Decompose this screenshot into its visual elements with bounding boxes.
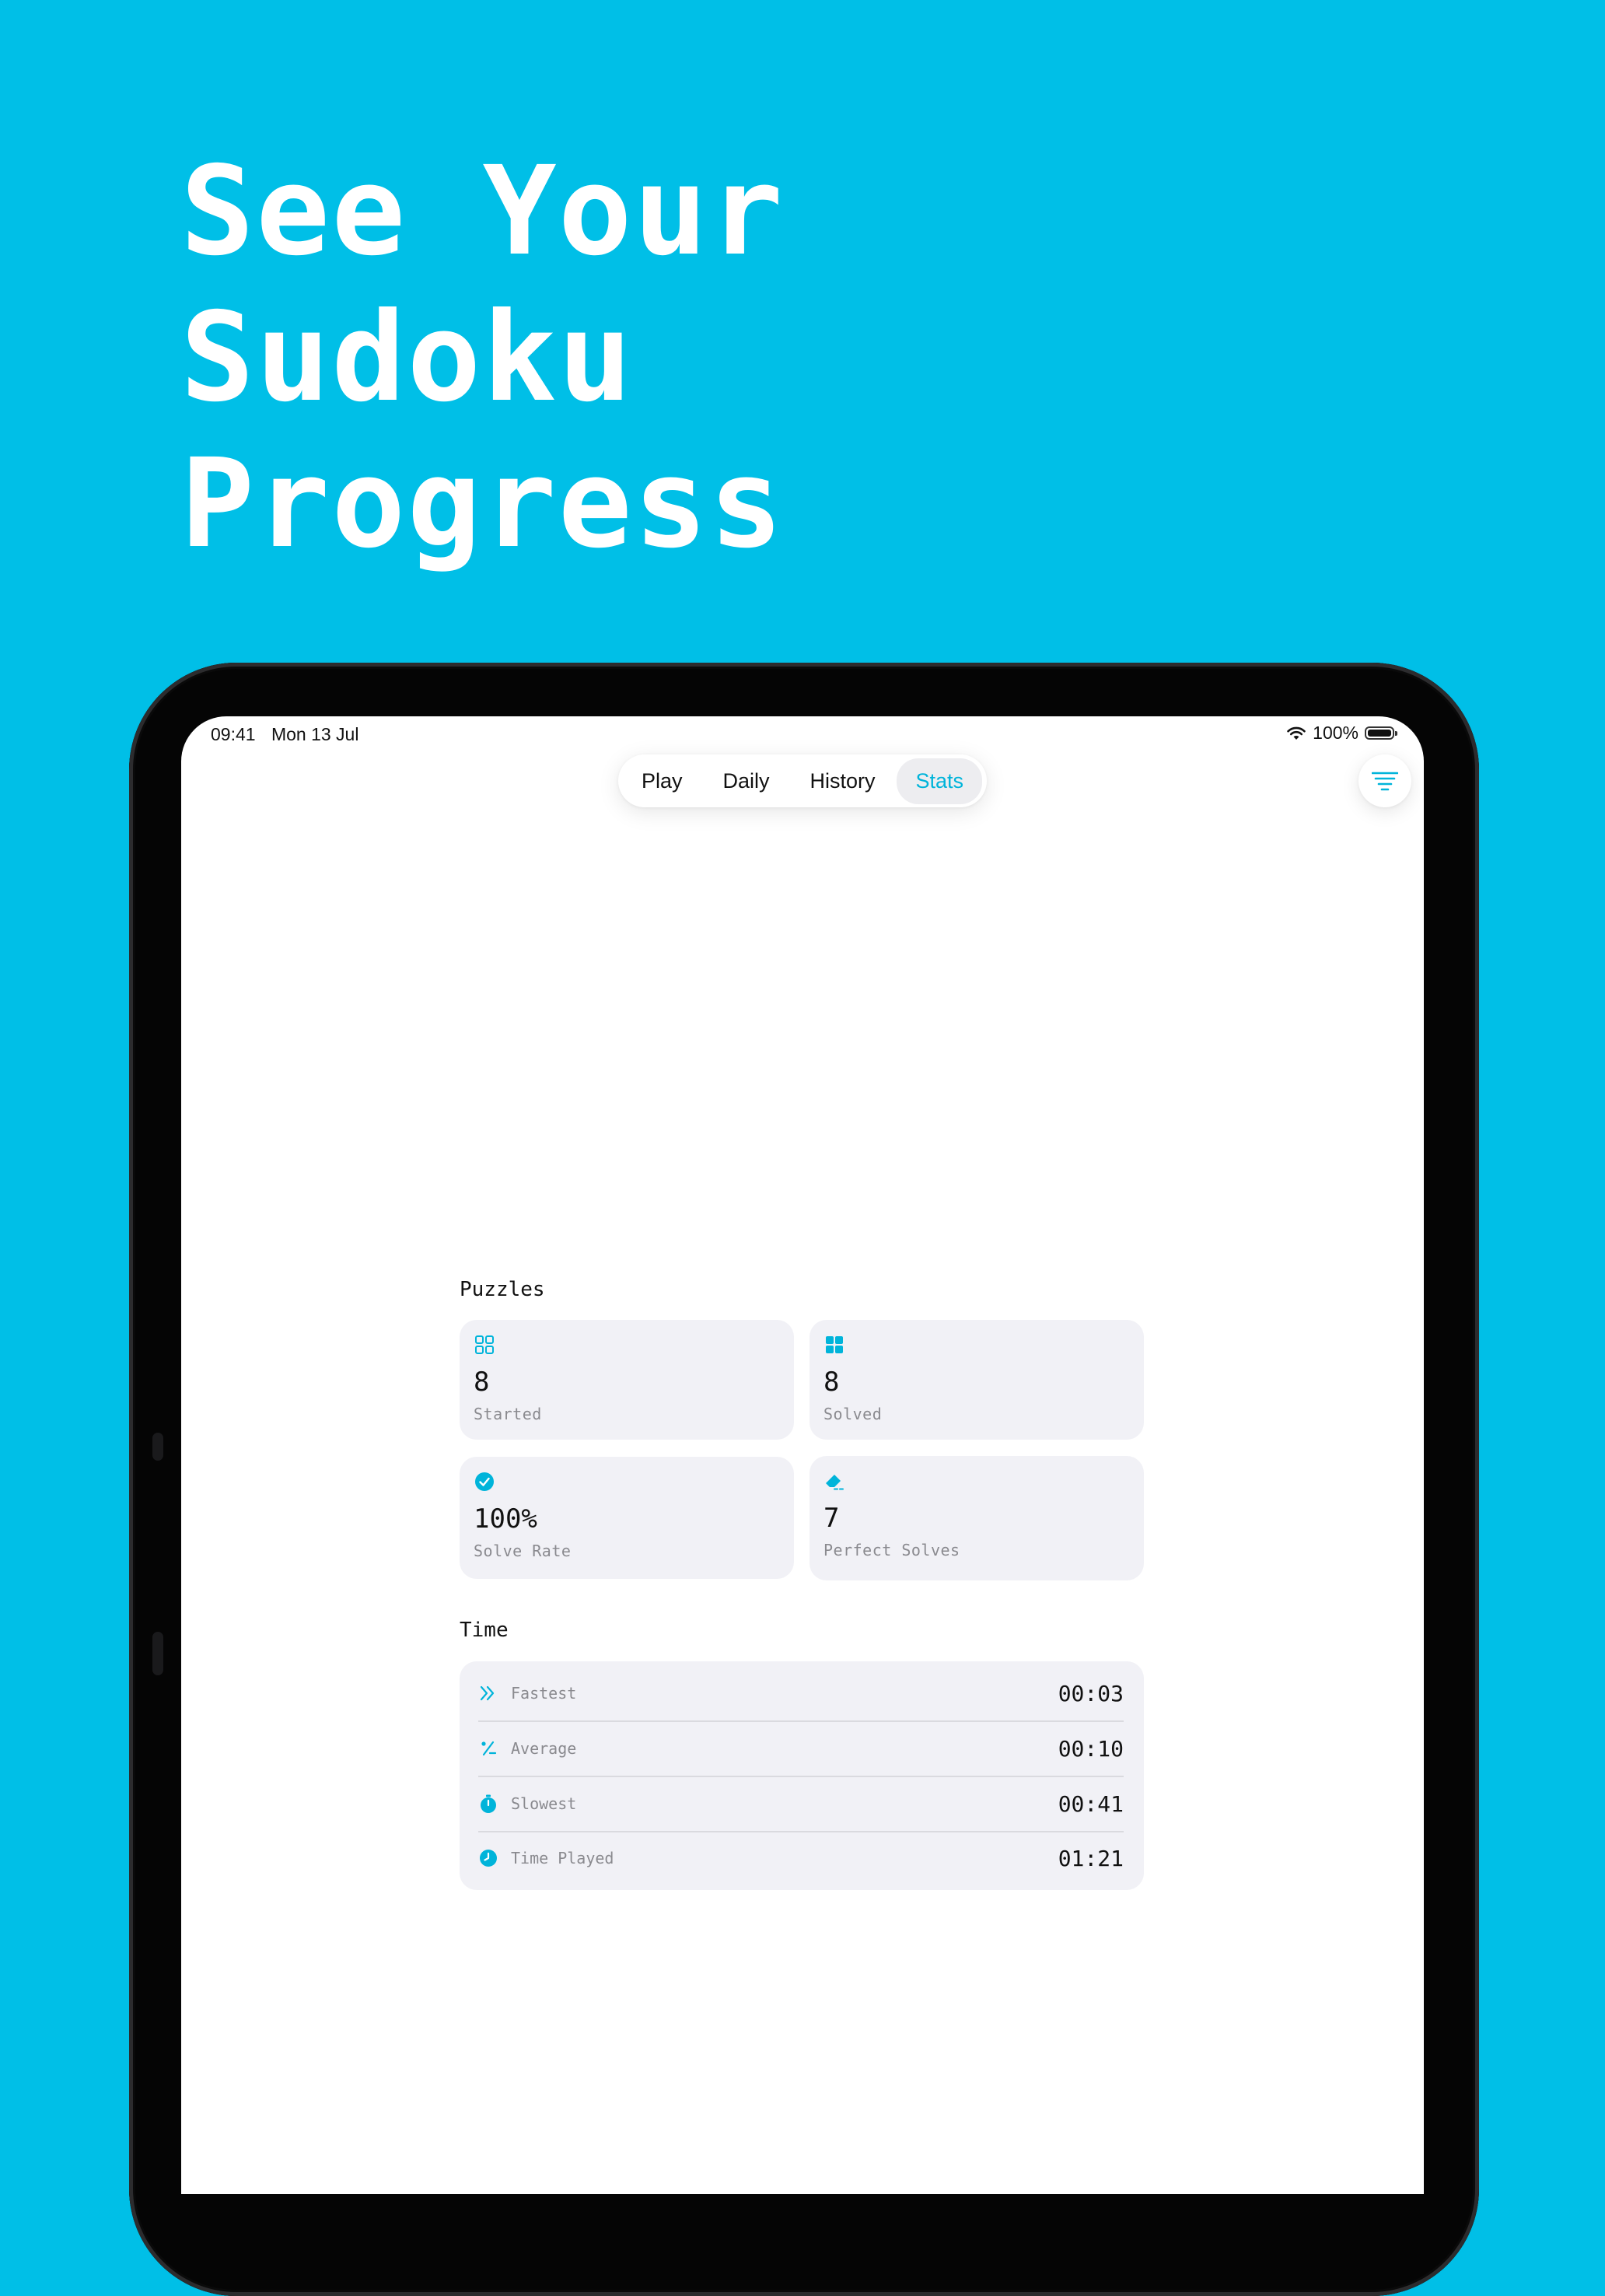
grid-outline-icon [475,1335,494,1354]
filter-lines-icon [1372,772,1398,791]
grid-filled-icon [826,1336,843,1353]
time-row-slowest: Slowest 00:41 [478,1776,1124,1831]
time-row-time-played: Time Played 01:21 [478,1831,1124,1885]
time-played-value: 01:21 [1058,1845,1124,1871]
eraser-icon [826,1475,844,1490]
time-row-average: Average 00:10 [478,1721,1124,1776]
tab-stats[interactable]: Stats [897,758,982,804]
solve-rate-value: 100% [474,1503,537,1535]
stat-card-perfect-solves: 7 Perfect Solves [809,1456,1144,1580]
solved-label: Solved [823,1405,883,1423]
filter-menu-button[interactable] [1358,754,1411,807]
solve-rate-label: Solve Rate [474,1542,572,1560]
stopwatch-icon [481,1794,496,1813]
headline-line-2: Sudoku [180,286,634,429]
tab-history[interactable]: History [791,758,893,804]
checkmark-circle-icon [475,1472,494,1491]
clock-icon [480,1850,497,1867]
perfect-solves-label: Perfect Solves [823,1541,960,1559]
tab-daily[interactable]: Daily [705,758,789,804]
headline-line-3: Progress [180,432,785,576]
stat-card-solve-rate: 100% Solve Rate [460,1457,794,1579]
status-bar: 09:41 Mon 13 Jul 100% [181,716,1424,752]
fastest-label: Fastest [511,1684,577,1703]
time-played-label: Time Played [511,1849,614,1867]
perfect-solves-value: 7 [823,1503,840,1534]
headline-line-1: See Your [180,140,785,283]
time-stats-card: Fastest 00:03 Average 00:10 Slowest 00:4… [460,1661,1144,1890]
stat-card-solved: 8 Solved [809,1320,1144,1440]
started-value: 8 [474,1367,490,1398]
side-button [152,1433,163,1461]
fastest-value: 00:03 [1058,1680,1124,1706]
headline: See Your Sudoku Progress [180,138,785,577]
average-label: Average [511,1739,577,1758]
battery-percent: 100% [1313,723,1358,743]
stat-card-started: 8 Started [460,1320,794,1440]
slowest-label: Slowest [511,1794,577,1813]
side-button [152,1632,163,1675]
time-section-title: Time [460,1619,509,1642]
tab-play[interactable]: Play [623,758,701,804]
solved-value: 8 [823,1367,840,1398]
status-date: Mon 13 Jul [271,724,359,744]
wifi-icon [1287,726,1306,740]
tab-bar: Play Daily History Stats [618,754,987,807]
double-chevron-right-icon [480,1685,495,1701]
puzzles-section-title: Puzzles [460,1278,545,1301]
slowest-value: 00:41 [1058,1790,1124,1817]
battery-icon [1365,726,1397,740]
time-row-fastest: Fastest 00:03 [478,1666,1124,1720]
status-time: 09:41 [211,724,256,744]
app-screen: 09:41 Mon 13 Jul 100% Play Daily History… [181,716,1424,2194]
average-value: 00:10 [1058,1735,1124,1762]
started-label: Started [474,1405,542,1423]
percent-icon [481,1741,497,1756]
